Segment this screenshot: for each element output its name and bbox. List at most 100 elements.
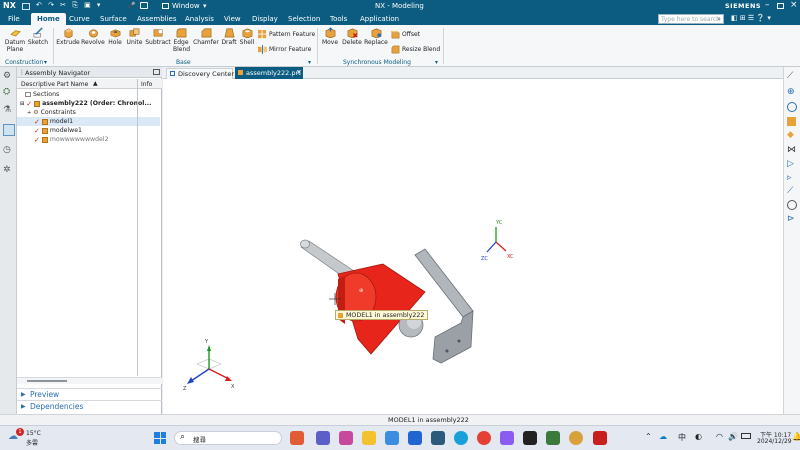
- edge-blend-button[interactable]: Edge Blend: [171, 27, 191, 53]
- subtract-button[interactable]: Subtract: [145, 27, 171, 46]
- quick-access-icons[interactable]: ↶ ↷ ✂ ⎘ ▣ ▾: [36, 1, 102, 10]
- constraint-navigator-icon[interactable]: ⚗: [3, 105, 14, 116]
- weather-temp[interactable]: 15°C: [26, 430, 41, 437]
- checkbox-icon[interactable]: ✓: [34, 127, 40, 135]
- horizontal-scrollbar[interactable]: [17, 377, 162, 384]
- nx-app-icon[interactable]: [431, 431, 445, 445]
- navigator-maximize-button[interactable]: [153, 69, 160, 75]
- toolbar-icons[interactable]: ◧ ⊞ ☰ ❔ ▾: [731, 14, 771, 22]
- graphics-window[interactable]: YC XC ZC ⊕ Y X Z MODEL1 in assembly222: [163, 79, 783, 414]
- tab-close-icon[interactable]: ×: [296, 68, 302, 76]
- bracket-side-plate[interactable]: [432, 310, 474, 364]
- minimize-button[interactable]: –: [765, 0, 770, 10]
- roles-icon[interactable]: ✲: [3, 165, 14, 176]
- menu-assemblies[interactable]: Assemblies: [137, 15, 177, 23]
- view-orient-icon[interactable]: ⊕: [787, 87, 798, 98]
- menu-analysis[interactable]: Analysis: [185, 15, 214, 23]
- command-search-input[interactable]: Type here to search: [661, 16, 720, 23]
- line-icon[interactable]: ⟋: [787, 186, 798, 197]
- menu-tools[interactable]: Tools: [330, 15, 347, 23]
- app-icon-green[interactable]: [546, 431, 560, 445]
- clock-date[interactable]: 2024/12/29: [757, 438, 792, 445]
- chrome-icon[interactable]: [477, 431, 491, 445]
- terminal-icon[interactable]: [523, 431, 537, 445]
- app-icon-game[interactable]: [290, 431, 304, 445]
- play-icon[interactable]: ▷: [787, 159, 798, 170]
- menu-application[interactable]: Application: [360, 15, 399, 23]
- circle-icon[interactable]: [787, 200, 797, 210]
- search-icon[interactable]: ⌕: [717, 15, 721, 24]
- extrude-button[interactable]: Extrude: [56, 27, 80, 46]
- start-button[interactable]: [154, 432, 166, 444]
- sort-ascending-icon[interactable]: ▲: [93, 80, 98, 87]
- taskbar-search[interactable]: ⌕ 搜尋: [174, 431, 282, 445]
- tree-row-model1[interactable]: ✓ model1: [17, 117, 160, 126]
- battery-icon[interactable]: [741, 433, 751, 439]
- scrollbar-thumb[interactable]: [27, 380, 67, 382]
- tree-row-modelwe1[interactable]: ✓ modelwe1: [34, 126, 82, 135]
- mic-icon[interactable]: 🎤: [128, 2, 135, 9]
- menu-file[interactable]: File: [8, 15, 20, 23]
- unite-button[interactable]: Unite: [124, 27, 145, 46]
- mirror-feature-button[interactable]: Mirror Feature: [258, 45, 311, 54]
- hole-button[interactable]: Hole: [106, 27, 124, 46]
- window-menu-icon[interactable]: [162, 3, 169, 9]
- base-expand-icon[interactable]: ▾: [308, 59, 311, 66]
- offset-button[interactable]: Offset: [391, 30, 420, 39]
- dropbox-icon[interactable]: [408, 431, 422, 445]
- preview-section[interactable]: ▶ Preview: [17, 388, 162, 399]
- menu-curve[interactable]: Curve: [69, 15, 90, 23]
- model-canvas[interactable]: YC XC ZC ⊕ Y X Z: [163, 79, 783, 414]
- expand-icon[interactable]: +: [27, 110, 31, 116]
- measure-icon[interactable]: ⟋: [787, 71, 798, 82]
- draft-button[interactable]: Draft: [220, 27, 238, 46]
- tray-cloud-icon[interactable]: ☁: [659, 432, 667, 441]
- delete-button[interactable]: Delete: [341, 27, 363, 46]
- sync-modeling-expand-icon[interactable]: ▾: [435, 59, 438, 66]
- chamfer-button[interactable]: Chamfer: [192, 27, 220, 46]
- shade-icon[interactable]: ◆: [787, 130, 798, 141]
- copilot-icon[interactable]: [339, 431, 353, 445]
- column-info[interactable]: Info: [141, 81, 152, 88]
- bowtie-icon[interactable]: ⋈: [787, 145, 798, 156]
- menu-surface[interactable]: Surface: [100, 15, 127, 23]
- assembly-navigator-icon[interactable]: [3, 124, 15, 136]
- menu-display[interactable]: Display: [252, 15, 278, 23]
- app-icon-store[interactable]: [385, 431, 399, 445]
- collapse-icon[interactable]: ⊟: [20, 101, 24, 107]
- settings-gear-icon[interactable]: ⚙: [3, 71, 14, 82]
- sphere-icon[interactable]: [787, 102, 797, 112]
- resize-blend-button[interactable]: Resize Blend: [391, 45, 440, 54]
- menu-view[interactable]: View: [224, 15, 241, 23]
- view-triad[interactable]: [187, 345, 232, 384]
- volume-icon[interactable]: 🔊: [728, 432, 738, 441]
- menu-selection[interactable]: Selection: [288, 15, 320, 23]
- dependencies-label[interactable]: Dependencies: [30, 402, 83, 411]
- tree-row-sections[interactable]: Sections: [20, 90, 59, 99]
- tree-row-assembly[interactable]: ⊟ ✓ assembly222 (Order: Chronol...: [20, 99, 151, 108]
- save-icon[interactable]: [22, 3, 30, 10]
- section-icon[interactable]: ▹: [787, 173, 798, 184]
- window-switch-icon[interactable]: [140, 2, 148, 9]
- menu-home[interactable]: Home: [31, 13, 66, 25]
- pattern-feature-button[interactable]: Pattern Feature: [258, 30, 315, 39]
- ime-mode-icon[interactable]: ◐: [695, 432, 702, 441]
- history-clock-icon[interactable]: ◷: [3, 145, 14, 156]
- move-button[interactable]: Move: [319, 27, 341, 46]
- dependencies-section[interactable]: ▶ Dependencies: [17, 400, 162, 411]
- weather-desc[interactable]: 多雲: [26, 438, 38, 447]
- file-explorer-icon[interactable]: [362, 431, 376, 445]
- notification-bell-icon[interactable]: 🔔: [792, 432, 800, 441]
- ime-indicator[interactable]: 中: [678, 432, 686, 443]
- edge-icon[interactable]: [454, 431, 468, 445]
- window-menu[interactable]: Window: [172, 2, 200, 10]
- sketch-button[interactable]: Sketch: [27, 27, 49, 46]
- datum-plane-button[interactable]: Datum Plane: [3, 27, 27, 53]
- construction-expand-icon[interactable]: ▾: [44, 59, 47, 66]
- teams-icon[interactable]: [316, 431, 330, 445]
- nx-running-icon[interactable]: [593, 431, 607, 445]
- bracket-top-plate[interactable]: [414, 248, 474, 318]
- window-menu-arrow-icon[interactable]: ▾: [203, 2, 207, 10]
- close-button[interactable]: ×: [790, 0, 798, 10]
- tree-row-model2[interactable]: ✓ mowwwwwwwdel2: [34, 135, 109, 144]
